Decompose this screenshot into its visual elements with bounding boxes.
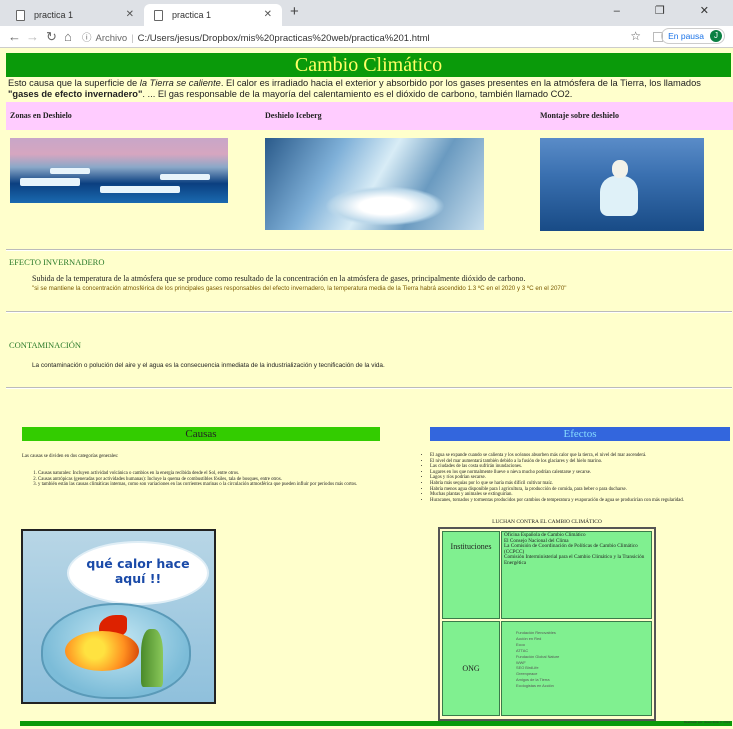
tab-title: practica 1 bbox=[172, 10, 212, 20]
intro-paragraph: Esto causa que la superficie de la Tierr… bbox=[8, 78, 730, 100]
causas-intro: Las causas se dividen en dos categorías … bbox=[22, 454, 119, 459]
list-item: Fundación Global Nature bbox=[516, 653, 560, 659]
plant bbox=[141, 629, 163, 687]
table-cell: ONG bbox=[442, 621, 500, 716]
tab-title: practica 1 bbox=[34, 10, 74, 20]
polar-bear bbox=[612, 160, 628, 178]
url-text: C:/Users/jesus/Dropbox/mis%20practicas%2… bbox=[137, 33, 430, 44]
instituciones-label: Instituciones bbox=[450, 542, 492, 551]
table-cell: Fundación Renovables Acción en Red Ecoo … bbox=[501, 621, 652, 716]
zones-header-row: Zonas en Deshielo Deshielo Iceberg Monta… bbox=[6, 102, 733, 130]
reload-icon[interactable]: ↻ bbox=[46, 29, 57, 45]
divider bbox=[6, 249, 732, 251]
ice-floe bbox=[100, 186, 180, 193]
url-scheme-label: Archivo bbox=[95, 33, 128, 44]
zone-heading: Zonas en Deshielo bbox=[10, 111, 72, 120]
page-title: Cambio Climático bbox=[6, 53, 731, 77]
bubble-text: aquí !! bbox=[114, 571, 162, 586]
speech-bubble: qué calor hace aquí !! bbox=[69, 543, 207, 603]
list-item: Comisión Interministerial para el Cambio… bbox=[504, 554, 645, 566]
close-tab-icon[interactable]: ✕ bbox=[264, 4, 272, 26]
browser-tab-bar: practica 1 ✕ practica 1 ✕ + – ❐ ✕ bbox=[0, 0, 733, 26]
table-cell: Oficina Española de Cambio Climático El … bbox=[501, 531, 652, 619]
footer-bar: Realizado por: Jesus Zoilo V. 2019 bbox=[20, 720, 732, 726]
new-tab-button[interactable]: + bbox=[290, 3, 299, 20]
footer-text: Realizado por: Jesus Zoilo V. 2019 bbox=[683, 720, 730, 724]
efectos-list: El agua se expande cuando se calienta y … bbox=[425, 453, 725, 503]
browser-tab-active[interactable]: practica 1 ✕ bbox=[144, 4, 282, 26]
glacier-image bbox=[10, 138, 228, 203]
fish bbox=[65, 631, 139, 671]
url-field[interactable]: ⓘ Archivo | C:/Users/jesus/Dropbox/mis%20pr… bbox=[82, 30, 430, 44]
document-icon bbox=[16, 10, 25, 21]
section-heading: CONTAMINACIÓN bbox=[9, 340, 82, 350]
fish-cartoon-image: qué calor hace aquí !! bbox=[21, 529, 216, 704]
back-arrow-icon[interactable]: ← bbox=[8, 29, 21, 44]
ong-list: Fundación Renovables Acción en Red Ecoo … bbox=[516, 630, 559, 689]
url-separator: | bbox=[131, 33, 134, 44]
ong-label: ONG bbox=[462, 664, 480, 673]
bookmark-star-icon[interactable]: ☆ bbox=[630, 29, 641, 43]
section-body: Subida de la temperatura de la atmósfera… bbox=[32, 274, 526, 283]
intro-strong: "gases de efecto invernadero" bbox=[8, 89, 143, 99]
iceberg bbox=[600, 176, 638, 216]
causas-heading: Causas bbox=[22, 427, 380, 441]
causas-list: Causas naturales: Incluyen actividad vol… bbox=[32, 471, 412, 488]
bubble-text: qué calor hace bbox=[86, 556, 190, 571]
section-quote: "si se mantiene la concentración atmosfé… bbox=[32, 285, 567, 292]
table-cell: Instituciones bbox=[442, 531, 500, 619]
splash bbox=[325, 186, 445, 226]
intro-text: . El calor es irradiado hacia el exterio… bbox=[220, 78, 701, 88]
polar-bear-image bbox=[540, 138, 704, 231]
address-bar: ← → ↻ ⌂ ⓘ Archivo | C:/Users/jesus/Dropbox/… bbox=[0, 26, 733, 48]
zone-heading: Montaje sobre deshielo bbox=[540, 111, 619, 120]
forward-arrow-icon[interactable]: → bbox=[26, 29, 39, 44]
list-item: y también están las causas climáticas in… bbox=[38, 482, 412, 488]
sync-paused-button[interactable]: En pausa J bbox=[661, 28, 725, 44]
list-item: Huracanes, tornados y tormentas producid… bbox=[430, 498, 725, 504]
avatar: J bbox=[710, 30, 722, 42]
intro-emphasis: la Tierra se caliente bbox=[139, 78, 221, 88]
page-content: Cambio Climático Esto causa que la super… bbox=[0, 48, 733, 729]
browser-tab[interactable]: practica 1 ✕ bbox=[6, 4, 144, 26]
instituciones-list: Oficina Española de Cambio Climático El … bbox=[504, 532, 651, 567]
list-item: Ecologistas en Acción bbox=[516, 683, 554, 689]
efectos-heading: Efectos bbox=[430, 427, 730, 441]
luchan-table: Instituciones Oficina Española de Cambio… bbox=[438, 527, 656, 721]
divider bbox=[6, 387, 732, 389]
ice-floe bbox=[20, 178, 80, 186]
close-tab-icon[interactable]: ✕ bbox=[126, 4, 134, 26]
luchan-title: LUCHAN CONTRA EL CAMBIO CLIMÁTICO bbox=[492, 519, 602, 525]
info-icon[interactable]: ⓘ bbox=[82, 33, 92, 44]
iceberg-image bbox=[265, 138, 484, 230]
window-controls[interactable]: – ❐ ✕ bbox=[614, 4, 725, 17]
divider bbox=[6, 311, 732, 313]
home-icon[interactable]: ⌂ bbox=[64, 29, 72, 44]
ice-floe bbox=[160, 174, 210, 180]
intro-text: . ... El gas responsable de la mayoría d… bbox=[142, 89, 573, 99]
section-body: La contaminación o polución del aire y e… bbox=[32, 362, 385, 369]
intro-text: Esto causa que la superficie de bbox=[8, 78, 140, 88]
section-heading: EFECTO INVERNADERO bbox=[9, 257, 105, 267]
ice-floe bbox=[50, 168, 90, 174]
zone-heading: Deshielo Iceberg bbox=[265, 111, 322, 120]
pause-label: En pausa bbox=[668, 31, 704, 41]
document-icon bbox=[154, 10, 163, 21]
